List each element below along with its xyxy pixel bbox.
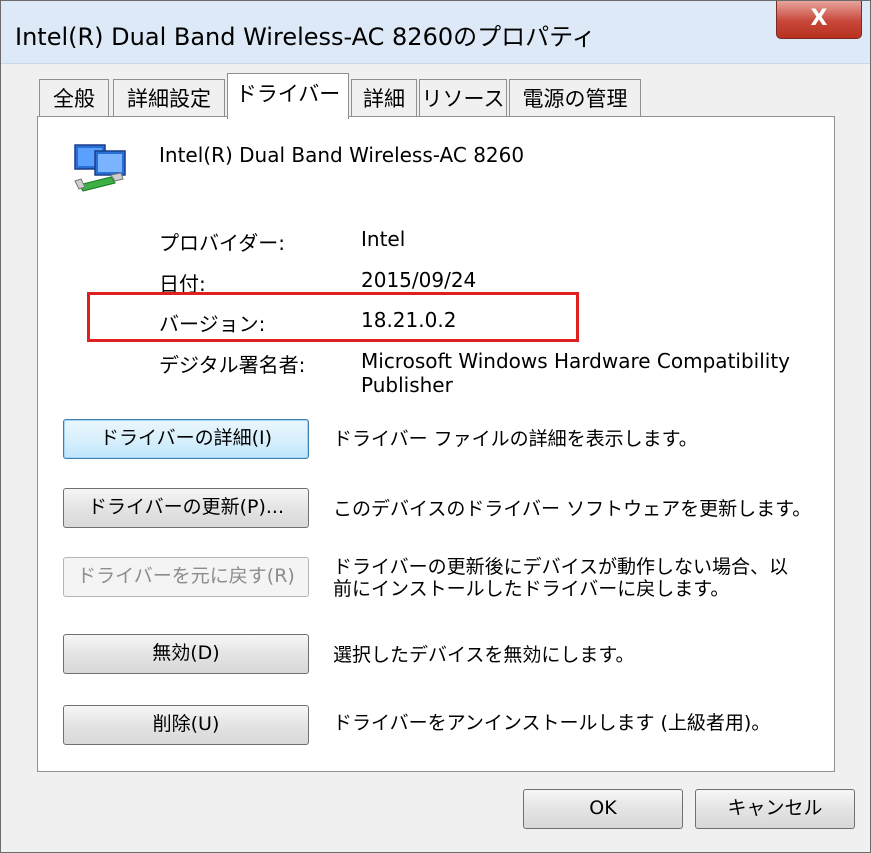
uninstall-driver-description: ドライバーをアンインストールします (上級者用)。: [333, 712, 771, 734]
uninstall-driver-button[interactable]: 削除(U): [63, 705, 309, 745]
update-driver-description: このデバイスのドライバー ソフトウェアを更新します。: [333, 498, 812, 520]
tab-advanced[interactable]: 詳細設定: [113, 79, 225, 119]
cancel-button[interactable]: キャンセル: [695, 789, 855, 829]
signer-value-line2: Publisher: [361, 373, 453, 397]
version-label: バージョン:: [159, 312, 266, 336]
version-value: 18.21.0.2: [361, 308, 457, 332]
ok-button[interactable]: OK: [523, 789, 683, 829]
provider-value: Intel: [361, 227, 406, 251]
tab-general[interactable]: 全般: [39, 79, 109, 119]
roll-back-description-line2: 前にインストールしたドライバーに戻します。: [333, 578, 730, 600]
window-title: Intel(R) Dual Band Wireless-AC 8260のプロパテ…: [15, 23, 596, 51]
provider-label: プロバイダー:: [159, 231, 285, 255]
signer-value-line1: Microsoft Windows Hardware Compatibility: [361, 349, 791, 373]
driver-details-button[interactable]: ドライバーの詳細(I): [63, 419, 309, 459]
driver-details-description: ドライバー ファイルの詳細を表示します。: [333, 428, 698, 450]
roll-back-description-line1: ドライバーの更新後にデバイスが動作しない場合、以: [333, 556, 789, 578]
device-name: Intel(R) Dual Band Wireless-AC 8260: [159, 143, 525, 167]
disable-device-description: 選択したデバイスを無効にします。: [333, 644, 635, 666]
disable-device-button[interactable]: 無効(D): [63, 634, 309, 674]
update-driver-button[interactable]: ドライバーの更新(P)...: [63, 488, 309, 528]
date-value: 2015/09/24: [361, 268, 477, 292]
properties-dialog: Intel(R) Dual Band Wireless-AC 8260のプロパテ…: [0, 0, 871, 853]
title-bar[interactable]: Intel(R) Dual Band Wireless-AC 8260のプロパテ…: [1, 1, 870, 64]
tab-power-management[interactable]: 電源の管理: [509, 79, 641, 119]
tab-details[interactable]: 詳細: [351, 79, 417, 119]
tab-driver[interactable]: ドライバー: [227, 73, 349, 119]
close-icon: X: [810, 6, 828, 31]
roll-back-driver-button[interactable]: ドライバーを元に戻す(R): [63, 557, 309, 597]
close-button[interactable]: X: [776, 1, 862, 39]
tab-resources[interactable]: リソース: [419, 79, 507, 119]
signer-label: デジタル署名者:: [159, 353, 306, 377]
network-adapter-icon: [74, 144, 126, 192]
